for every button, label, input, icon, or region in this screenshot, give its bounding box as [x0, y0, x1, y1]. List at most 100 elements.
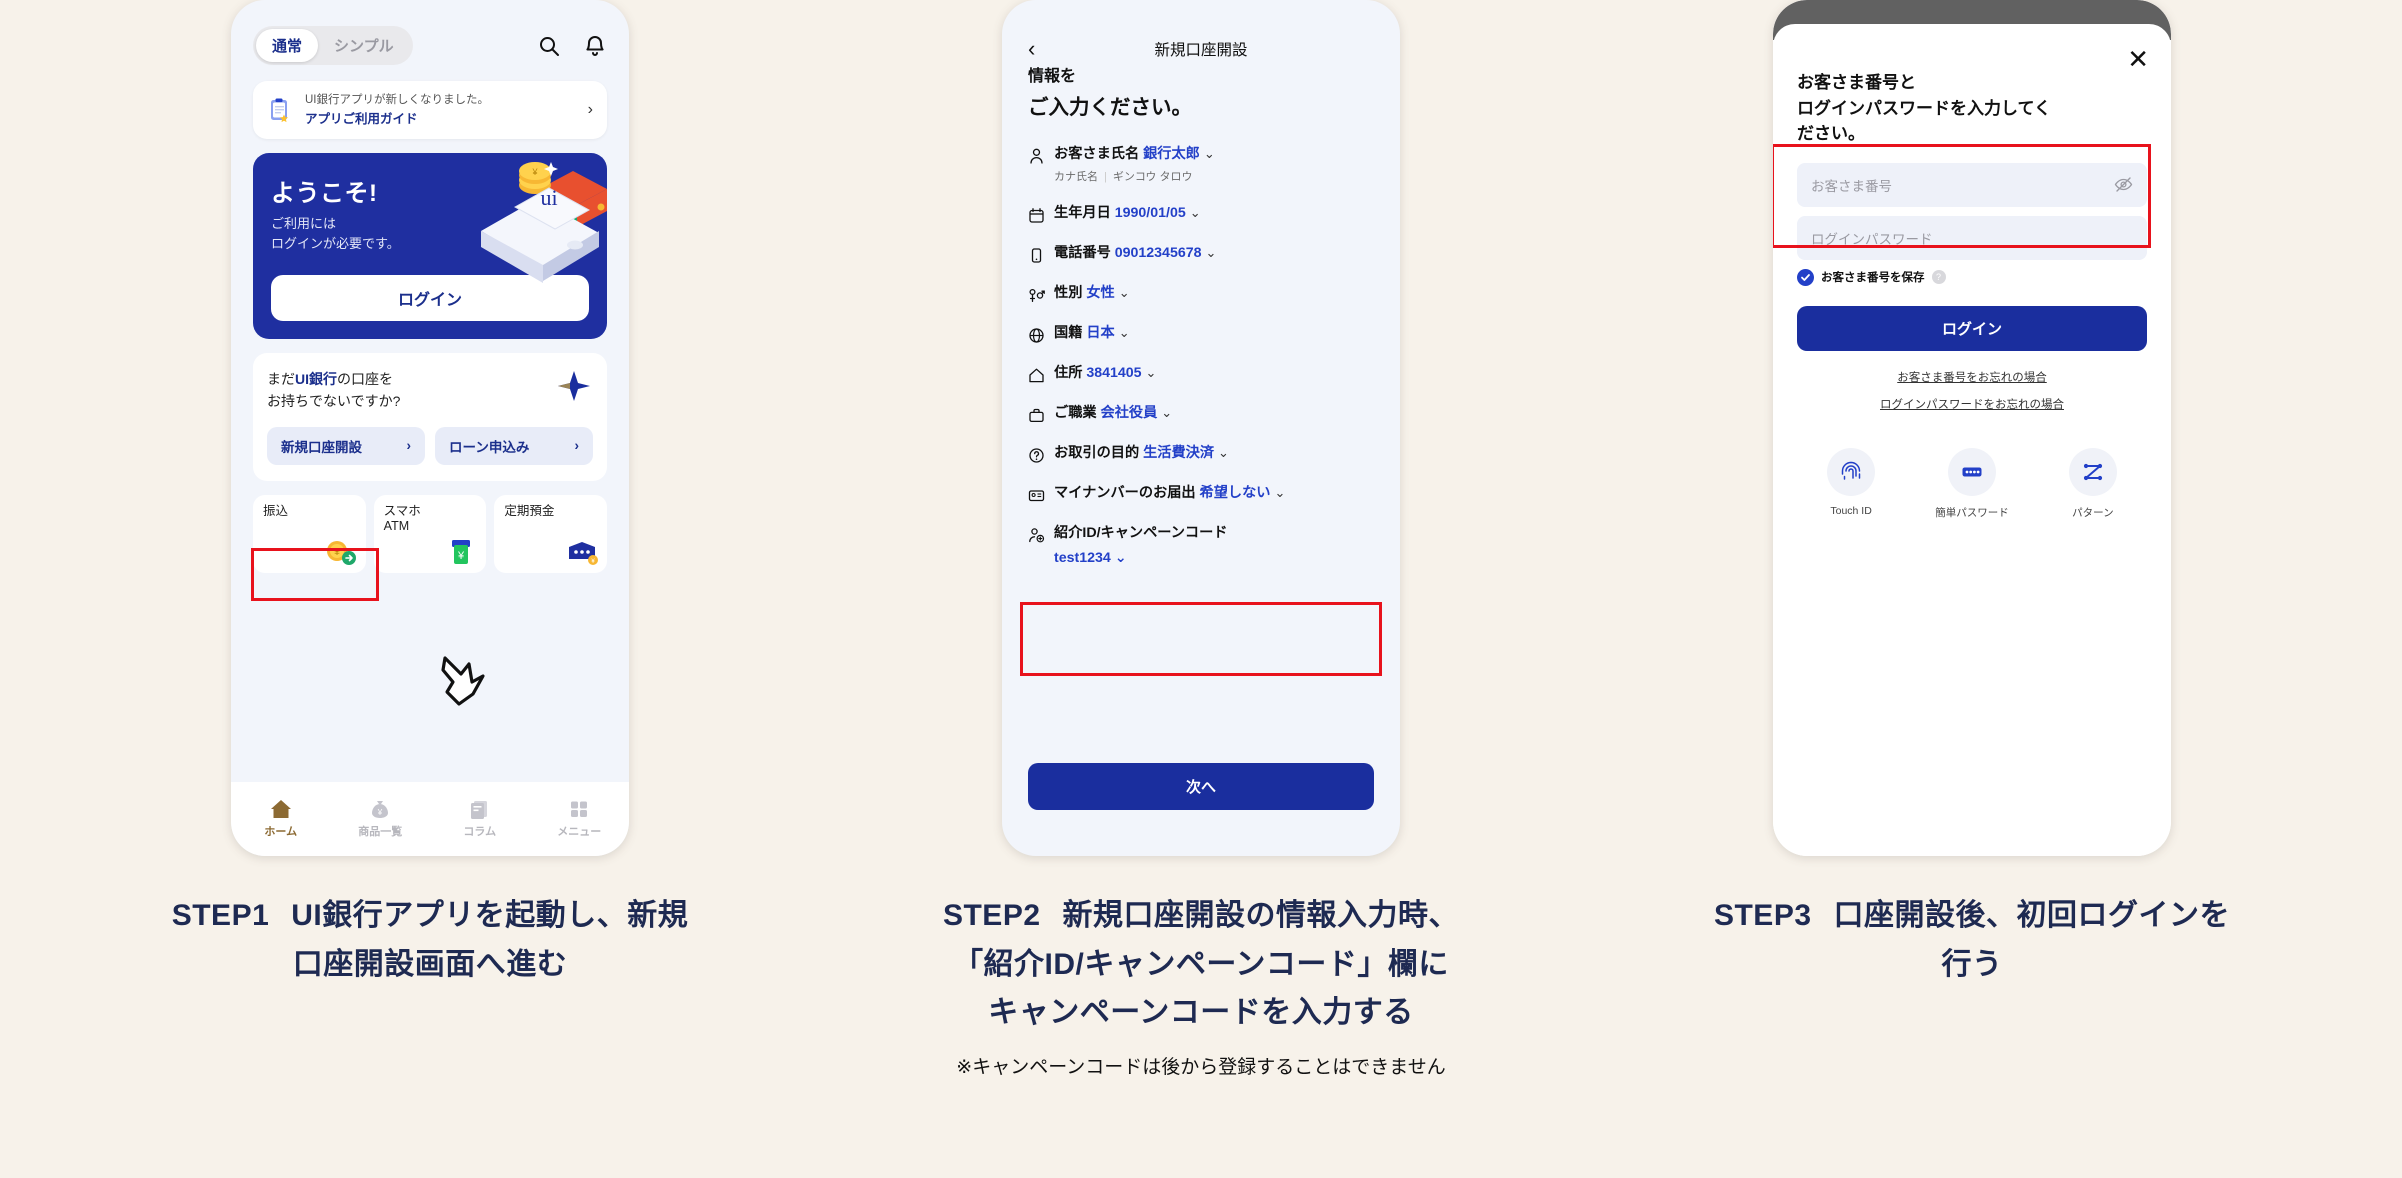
view-mode-segmented-control[interactable]: 通常 シンプル — [253, 26, 413, 65]
caption-step2-line2: 「紹介ID/キャンペーンコード」欄に — [953, 947, 1449, 981]
chevron-right-icon: › — [406, 438, 412, 454]
forgot-password-link[interactable]: ログインパスワードをお忘れの場合 — [1797, 396, 2147, 412]
row-nationality-value: 日本 — [1086, 325, 1115, 342]
tab-column[interactable]: コラム — [430, 799, 530, 839]
phone-mockup-step1: 通常 シンプル UI銀行アプリが新しくなりました。 アプリご利用ガイド › ¥ … — [231, 0, 629, 856]
form-row-address[interactable]: 住所 3841405 ⌄ — [1028, 365, 1374, 384]
step1-column: 通常 シンプル UI銀行アプリが新しくなりました。 アプリご利用ガイド › ¥ … — [60, 0, 800, 1079]
caption-step2-line1: 新規口座開設の情報入力時、 — [1062, 899, 1460, 932]
row-name-value: 銀行太郎 — [1143, 145, 1200, 162]
caption-step1-number: STEP1 — [171, 899, 270, 932]
chevron-down-icon: ⌄ — [1189, 205, 1201, 221]
form-row-gender[interactable]: 性別 女性 ⌄ — [1028, 285, 1374, 304]
svg-text:¥: ¥ — [377, 808, 383, 817]
ui-bank-logo-icon — [558, 371, 590, 402]
row-name-label: お客さま氏名 — [1054, 145, 1140, 162]
row-gender-label: 性別 — [1054, 285, 1083, 302]
segment-simple[interactable]: シンプル — [318, 29, 410, 62]
search-icon[interactable] — [537, 34, 561, 58]
svg-text:ui: ui — [540, 185, 557, 210]
new-account-label: 新規口座開設 — [281, 439, 362, 455]
forgot-customer-number-link[interactable]: お客さま番号をお忘れの場合 — [1797, 369, 2147, 385]
chevron-down-icon: ⌄ — [1161, 405, 1173, 421]
dots-password-icon — [1947, 447, 1996, 496]
gender-icon — [1029, 289, 1045, 303]
caption-step2-line3: キャンペーンコードを入力する — [988, 996, 1414, 1030]
form-row-phone[interactable]: 電話番号 09012345678 ⌄ — [1028, 245, 1374, 264]
loan-application-button[interactable]: ローン申込み › — [435, 426, 593, 465]
chevron-right-icon: › — [574, 438, 580, 454]
form-row-mynumber[interactable]: マイナンバーのお届出 希望しない ⌄ — [1028, 485, 1374, 504]
row-occupation-value: 会社役員 — [1100, 405, 1158, 422]
caption-step3-line1: 口座開設後、初回ログインを — [1833, 899, 2231, 932]
bottom-tab-bar: ホーム ¥ 商品一覧 コラム メニュー — [231, 782, 629, 856]
form-row-campaign-code[interactable]: 紹介ID/キャンペーンコード test1234 ⌄ — [1028, 525, 1374, 566]
tab-menu-label: メニュー — [557, 826, 602, 838]
bio-pattern[interactable]: パターン — [2068, 447, 2117, 520]
form-row-occupation[interactable]: ご職業 会社役員 ⌄ — [1028, 405, 1374, 424]
svg-text:¥: ¥ — [531, 167, 538, 177]
row-nationality-label: 国籍 — [1054, 325, 1083, 342]
person-icon — [1030, 148, 1043, 164]
caption-step1-line2: 口座開設画面へ進む — [292, 947, 568, 981]
tile-smartphone-atm[interactable]: スマホ ATM ¥ — [373, 494, 487, 573]
login-submit-button[interactable]: ログイン — [1797, 305, 2147, 351]
tab-products[interactable]: ¥ 商品一覧 — [331, 799, 431, 839]
form-heading-line1: 情報を — [1028, 68, 1077, 85]
campaign-code-value: test1234 — [1054, 550, 1111, 567]
money-bag-icon: ¥ — [372, 801, 389, 818]
form-row-name[interactable]: お客さま氏名 銀行太郎 ⌄ カナ氏名 | ギンコウ タロウ — [1028, 146, 1374, 185]
bio-touch-id[interactable]: Touch ID — [1827, 447, 1876, 520]
chevron-down-icon: ⌄ — [1145, 365, 1157, 381]
briefcase-icon — [1029, 409, 1044, 423]
phone-mockup-step3: ✕ お客さま番号と ログインパスワードを入力してく ださい。 お客さま番号 ログ… — [1773, 0, 2171, 856]
tile-time-deposit[interactable]: 定期預金 ¥ — [494, 494, 608, 573]
segment-normal[interactable]: 通常 — [256, 29, 319, 62]
row-address-value: 3841405 — [1086, 365, 1142, 382]
close-icon[interactable]: ✕ — [2127, 46, 2149, 72]
next-button[interactable]: 次へ — [1028, 763, 1374, 810]
highlight-campaign-code — [1020, 602, 1382, 676]
app-guide-card[interactable]: UI銀行アプリが新しくなりました。 アプリご利用ガイド › — [253, 81, 607, 140]
help-icon[interactable]: ? — [1931, 270, 1946, 284]
welcome-illustration: ¥ ui — [481, 162, 607, 284]
bio-simple-password[interactable]: 簡単パスワード — [1935, 447, 2009, 520]
save-customer-number-row[interactable]: お客さま番号を保存 ? — [1797, 268, 2147, 286]
bio-touch-id-label: Touch ID — [1830, 504, 1872, 517]
row-kana-value: ギンコウ タロウ — [1112, 171, 1193, 184]
svg-text:¥: ¥ — [457, 550, 465, 562]
chevron-right-icon: › — [587, 101, 593, 119]
chevron-down-icon: ⌄ — [1218, 445, 1229, 461]
chevron-down-icon: ⌄ — [1114, 550, 1127, 567]
new-account-button[interactable]: 新規口座開設 › — [267, 426, 425, 465]
row-birthdate-value: 1990/01/05 — [1114, 205, 1186, 222]
caption-step2-note: ※キャンペーンコードは後から登録することはできません — [956, 1056, 1446, 1078]
form-rows: お客さま氏名 銀行太郎 ⌄ カナ氏名 | ギンコウ タロウ 生年月日 1990/… — [1028, 146, 1374, 566]
screen-title: 新規口座開設 — [1154, 42, 1248, 59]
person-add-icon — [1029, 528, 1045, 543]
open-account-card: まだUI銀行の口座を お持ちでないですか? 新規口座開設 › ローン申込み › — [253, 353, 607, 481]
form-heading-line2: ご入力ください。 — [1028, 95, 1192, 119]
tab-menu[interactable]: メニュー — [530, 799, 630, 839]
save-customer-number-label: お客さま番号を保存 — [1821, 272, 1925, 284]
tab-home-label: ホーム — [264, 826, 298, 838]
form-row-birthdate[interactable]: 生年月日 1990/01/05 ⌄ — [1028, 205, 1374, 224]
caption-step2: STEP2 新規口座開設の情報入力時、 「紹介ID/キャンペーンコード」欄に キャ… — [943, 892, 1459, 1038]
tab-column-label: コラム — [463, 826, 497, 838]
checkbox-checked-icon[interactable] — [1797, 268, 1814, 286]
row-purpose-value: 生活費決済 — [1143, 445, 1215, 462]
row-occupation-label: ご職業 — [1054, 405, 1097, 422]
form-row-purpose[interactable]: お取引の目的 生活費決済 ⌄ — [1028, 445, 1374, 464]
home-icon — [270, 800, 291, 818]
document-icon — [470, 801, 487, 819]
bio-pattern-label: パターン — [2072, 506, 2114, 519]
login-heading-line1: お客さま番号と — [1797, 73, 1916, 92]
atm-icon: ¥ — [452, 539, 471, 564]
form-row-nationality[interactable]: 国籍 日本 ⌄ — [1028, 325, 1374, 344]
calendar-icon — [1029, 208, 1044, 223]
caption-step3-line2: 行う — [1941, 947, 2003, 981]
login-heading-line3: ださい。 — [1797, 124, 1865, 143]
bell-icon[interactable] — [583, 34, 607, 58]
chevron-down-icon: ⌄ — [1205, 245, 1217, 261]
tab-home[interactable]: ホーム — [231, 799, 331, 839]
